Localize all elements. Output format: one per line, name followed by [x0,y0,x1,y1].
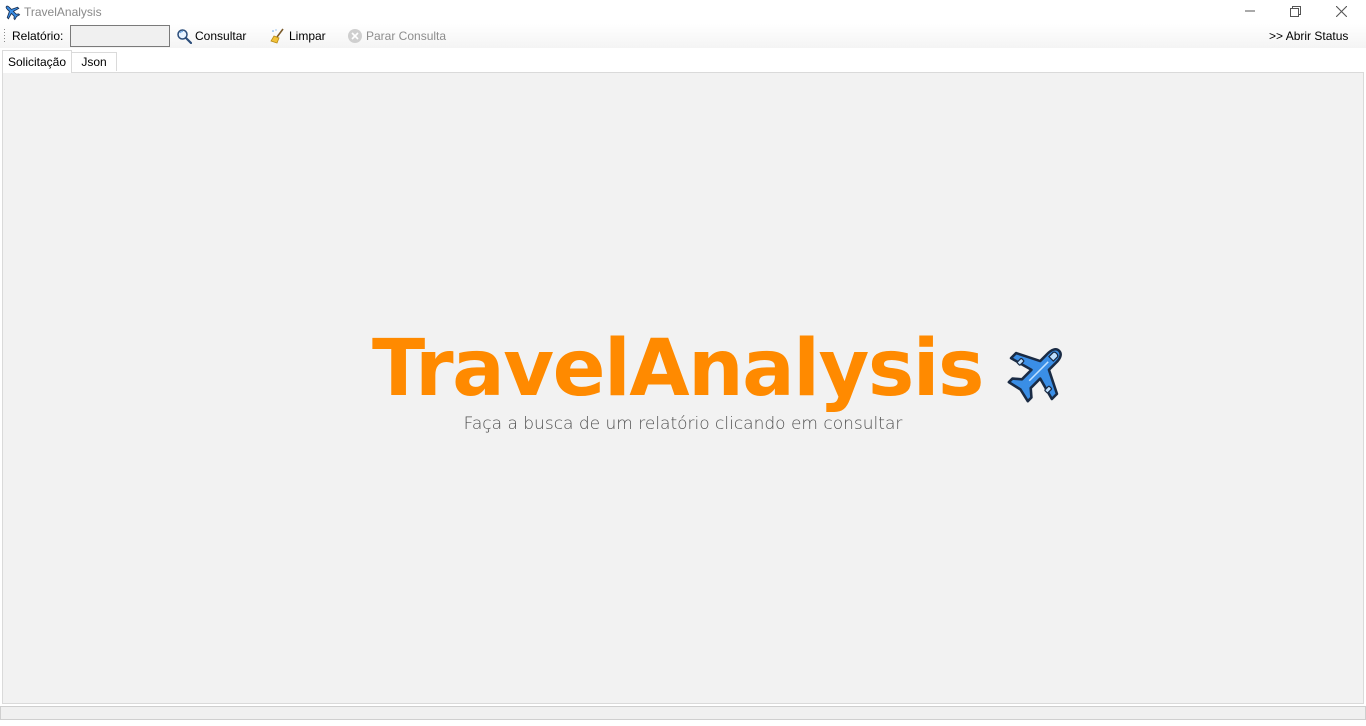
tab-strip: Solicitação Json [0,48,1366,73]
status-bar [0,706,1366,720]
toolbar-grip-icon[interactable] [3,28,6,44]
minimize-button[interactable] [1227,0,1273,22]
parar-consulta-button[interactable]: Parar Consulta [347,26,446,46]
brand-header: TravelAnalysis [372,327,1071,411]
magnifier-icon [177,29,192,44]
brand-title: TravelAnalysis [372,324,984,414]
stop-circle-icon [348,29,362,43]
consultar-button[interactable]: Consultar [176,26,246,46]
restore-button[interactable] [1272,0,1318,22]
title-bar[interactable]: TravelAnalysis [0,0,1366,24]
window-bottom-edge [0,720,1366,726]
app-airplane-icon [3,3,21,21]
tab-label: Solicitação [7,55,67,69]
restore-icon [1289,5,1301,17]
report-label: Relatório: [12,29,64,43]
window-title: TravelAnalysis [24,5,102,19]
abrir-status-button[interactable]: >> Abrir Status [1269,26,1348,46]
consultar-label: Consultar [195,29,247,43]
tab-label: Json [81,55,107,69]
limpar-button[interactable]: Limpar [270,26,326,46]
report-input[interactable] [70,25,170,47]
airplane-icon [1007,348,1062,403]
tab-json[interactable]: Json [72,52,117,71]
parar-consulta-label: Parar Consulta [366,29,447,43]
abrir-status-label: >> Abrir Status [1269,29,1349,43]
close-icon [1335,5,1347,17]
minimize-icon [1245,10,1255,12]
broom-icon [270,28,284,44]
tab-solicitacao[interactable]: Solicitação [2,50,72,73]
limpar-label: Limpar [289,29,326,43]
close-button[interactable] [1318,0,1364,22]
toolbar: Relatório: Consultar Limpar Parar Consul… [0,24,1366,48]
subtitle: Faça a busca de um relatório clicando em… [463,414,903,434]
